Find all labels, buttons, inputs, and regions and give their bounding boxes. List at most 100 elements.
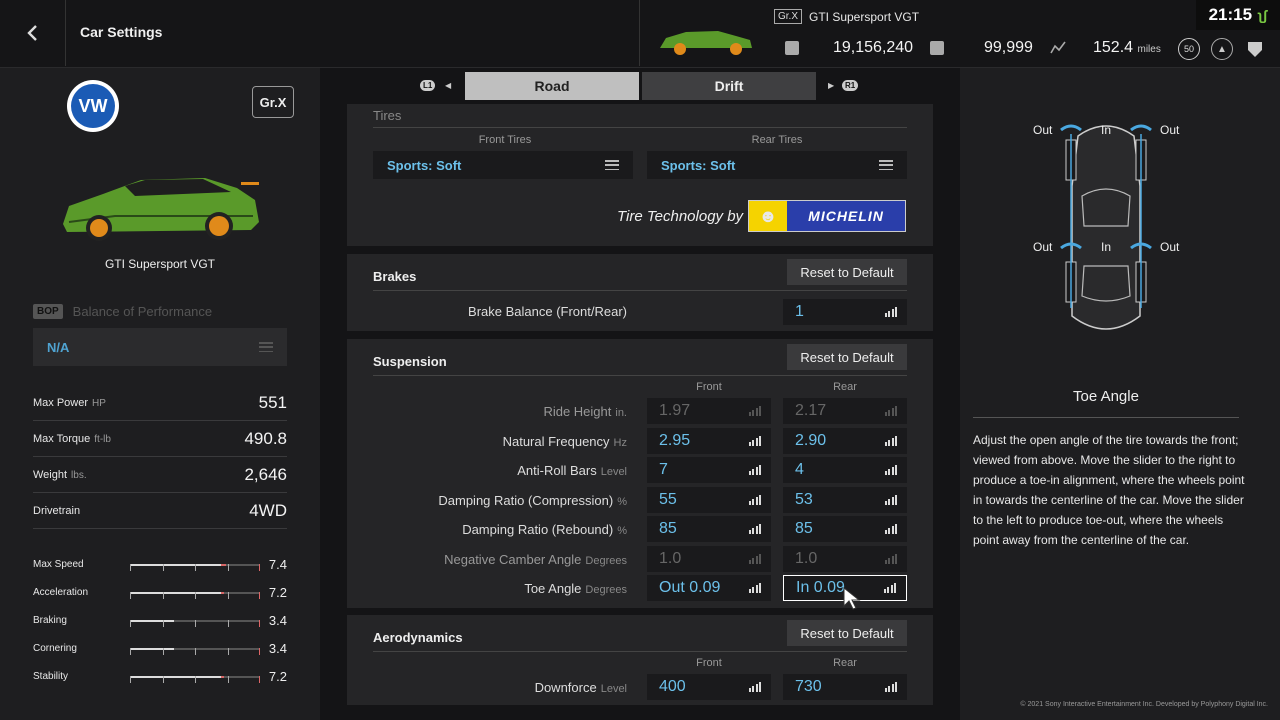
performance-bar	[130, 648, 260, 655]
performance-tick	[162, 676, 164, 683]
suspension-rear-field[interactable]: 2.90	[783, 427, 907, 454]
car-image	[63, 178, 259, 241]
mouse-cursor-icon	[843, 586, 861, 616]
performance-tick	[195, 620, 196, 627]
bars-icon	[748, 524, 761, 534]
divider	[373, 127, 907, 128]
mileage-icon	[930, 41, 944, 55]
suspension-rear-value: 53	[795, 490, 813, 508]
suspension-front-field[interactable]: 55	[647, 486, 771, 513]
suspension-front-value: 55	[659, 490, 677, 508]
performance-value: 7.2	[268, 669, 287, 684]
car-name: GTI Supersport VGT	[809, 10, 920, 24]
suspension-rear-field[interactable]: 53	[783, 486, 907, 513]
performance-bar	[130, 676, 260, 683]
bop-row: BOP Balance of Performance	[33, 304, 212, 319]
aero-title: Aerodynamics	[373, 630, 463, 645]
diagram-rear-in: In	[1101, 240, 1112, 254]
spec-label: Drivetrain	[33, 505, 84, 517]
suspension-rear-field: 1.0	[783, 545, 907, 572]
settings-panel: L1 ◀ Road Drift ▶ R1 Tires Front Tires R…	[320, 68, 960, 720]
performance-label: Stability	[33, 671, 69, 682]
menu-icon	[605, 160, 619, 170]
page-title: Car Settings	[80, 24, 163, 40]
distance-number: 152.4	[1093, 39, 1134, 56]
bars-icon	[748, 406, 761, 416]
diagram-front-right-out: Out	[1160, 123, 1180, 137]
suspension-unit: Degrees	[585, 584, 627, 596]
tires-title: Tires	[373, 108, 402, 123]
suspension-row-label: Damping Ratio (Compression)%	[438, 493, 627, 508]
suspension-title: Suspension	[373, 354, 447, 369]
suspension-front-value: 1.0	[659, 549, 682, 567]
brake-balance-field[interactable]: 1	[783, 299, 907, 325]
bars-icon	[884, 307, 897, 317]
suspension-rear-field[interactable]: 4	[783, 457, 907, 483]
tab-drift[interactable]: Drift	[642, 72, 816, 100]
brakes-reset-button[interactable]: Reset to Default	[787, 259, 907, 285]
brakes-title: Brakes	[373, 269, 417, 284]
front-tires-select[interactable]: Sports: Soft	[373, 151, 633, 179]
suspension-unit: %	[617, 495, 627, 508]
aero-reset-button[interactable]: Reset to Default	[787, 620, 907, 646]
spec-value: 4WD	[249, 500, 287, 520]
back-button[interactable]	[0, 0, 66, 66]
bars-icon	[884, 553, 897, 564]
suspension-unit: in.	[615, 407, 627, 419]
trophy-icon[interactable]: ▲	[1211, 38, 1233, 60]
performance-row: Braking 3.4	[33, 612, 287, 632]
downforce-front-field[interactable]: 400	[647, 674, 771, 700]
spec-value: 2,646	[244, 464, 287, 484]
performance-label: Max Speed	[33, 559, 84, 570]
suspension-front-field[interactable]: Out 0.09	[647, 575, 771, 601]
brake-balance-label: Brake Balance (Front/Rear)	[468, 304, 627, 319]
spec-value: 490.8	[244, 428, 287, 448]
suspension-front-field: 1.97	[647, 398, 771, 424]
performance-bar	[130, 564, 260, 571]
suspension-reset-button[interactable]: Reset to Default	[787, 344, 907, 370]
suspension-rear-field[interactable]: 85	[783, 516, 907, 542]
bars-icon	[748, 494, 761, 505]
performance-fill	[130, 564, 221, 566]
profile-icon[interactable]	[1244, 38, 1266, 60]
performance-tick	[162, 564, 164, 571]
level-badge: 50	[1178, 38, 1200, 60]
tab-road[interactable]: Road	[465, 72, 639, 100]
bars-icon	[748, 465, 761, 475]
suspension-row-label: Toe Angle Degrees	[524, 581, 627, 596]
downforce-label: Downforce Level	[535, 680, 627, 695]
bars-icon	[748, 553, 761, 564]
suspension-front-value: 1.97	[659, 402, 691, 419]
performance-value: 3.4	[268, 613, 287, 628]
spec-label: Weight lbs.	[33, 469, 87, 481]
brakes-section: Brakes Reset to Default Brake Balance (F…	[347, 254, 933, 331]
tire-tech-text: Tire Technology by	[617, 208, 744, 225]
suspension-row-label: Ride Height in.	[543, 404, 627, 419]
michelin-logo: ☻ MICHELIN	[748, 200, 906, 232]
suspension-unit: Hz	[613, 436, 627, 449]
downforce-rear-value: 730	[795, 678, 822, 695]
help-panel: Out In Out Out In Out Toe Angle Adjust t…	[960, 68, 1280, 720]
rear-tires-select[interactable]: Sports: Soft	[647, 151, 907, 179]
suspension-rear-field: 2.17	[783, 398, 907, 424]
front-header: Front	[696, 381, 722, 393]
bop-label: Balance of Performance	[72, 304, 213, 319]
suspension-front-field[interactable]: 85	[647, 516, 771, 542]
bars-icon	[748, 583, 761, 593]
performance-row: Max Speed 7.4	[33, 556, 287, 576]
performance-tick	[130, 564, 131, 571]
suspension-label-text: Natural Frequency	[502, 433, 610, 449]
bars-icon	[748, 682, 761, 692]
performance-tick	[195, 592, 196, 599]
performance-fill-excess	[221, 592, 224, 594]
suspension-front-field[interactable]: 7	[647, 457, 771, 483]
performance-tick	[259, 648, 260, 655]
michelin-man-icon: ☻	[749, 201, 787, 231]
left-arrow-icon: ◀	[445, 81, 452, 90]
tab-bar: L1 ◀ Road Drift ▶ R1	[320, 68, 960, 104]
diagram-front-in: In	[1101, 123, 1112, 137]
diagram-rear-right-out: Out	[1160, 240, 1180, 254]
downforce-rear-field[interactable]: 730	[783, 674, 907, 700]
suspension-front-field[interactable]: 2.95	[647, 427, 771, 454]
brand-logo-mark: VW	[71, 84, 115, 128]
